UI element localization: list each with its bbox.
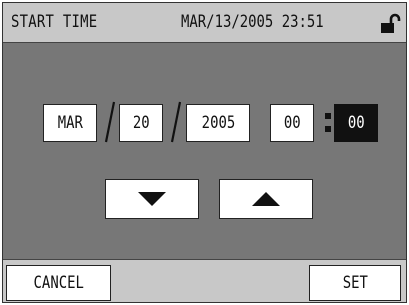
start-time-screen: START TIME MAR/13/2005 23:51 MAR 20 2005… [2, 2, 407, 303]
date-separator-slash [104, 101, 116, 143]
screen-title: START TIME [11, 12, 98, 32]
triangle-up-icon [252, 192, 280, 206]
header-bar: START TIME MAR/13/2005 23:51 [3, 3, 406, 43]
minute-field[interactable]: 00 [334, 104, 378, 142]
cancel-button[interactable]: CANCEL [6, 265, 111, 301]
footer-bar: CANCEL SET [3, 259, 406, 302]
triangle-down-icon [138, 192, 166, 206]
increment-button[interactable] [219, 179, 313, 219]
day-field[interactable]: 20 [119, 104, 163, 142]
time-separator-colon [323, 111, 333, 137]
set-button[interactable]: SET [309, 265, 401, 301]
hour-field[interactable]: 00 [270, 104, 314, 142]
unlocked-padlock-icon[interactable] [379, 13, 401, 35]
month-field[interactable]: MAR [43, 104, 97, 142]
year-field[interactable]: 2005 [186, 104, 250, 142]
date-separator-slash [170, 101, 182, 143]
decrement-button[interactable] [105, 179, 199, 219]
current-datetime: MAR/13/2005 23:51 [181, 12, 324, 32]
